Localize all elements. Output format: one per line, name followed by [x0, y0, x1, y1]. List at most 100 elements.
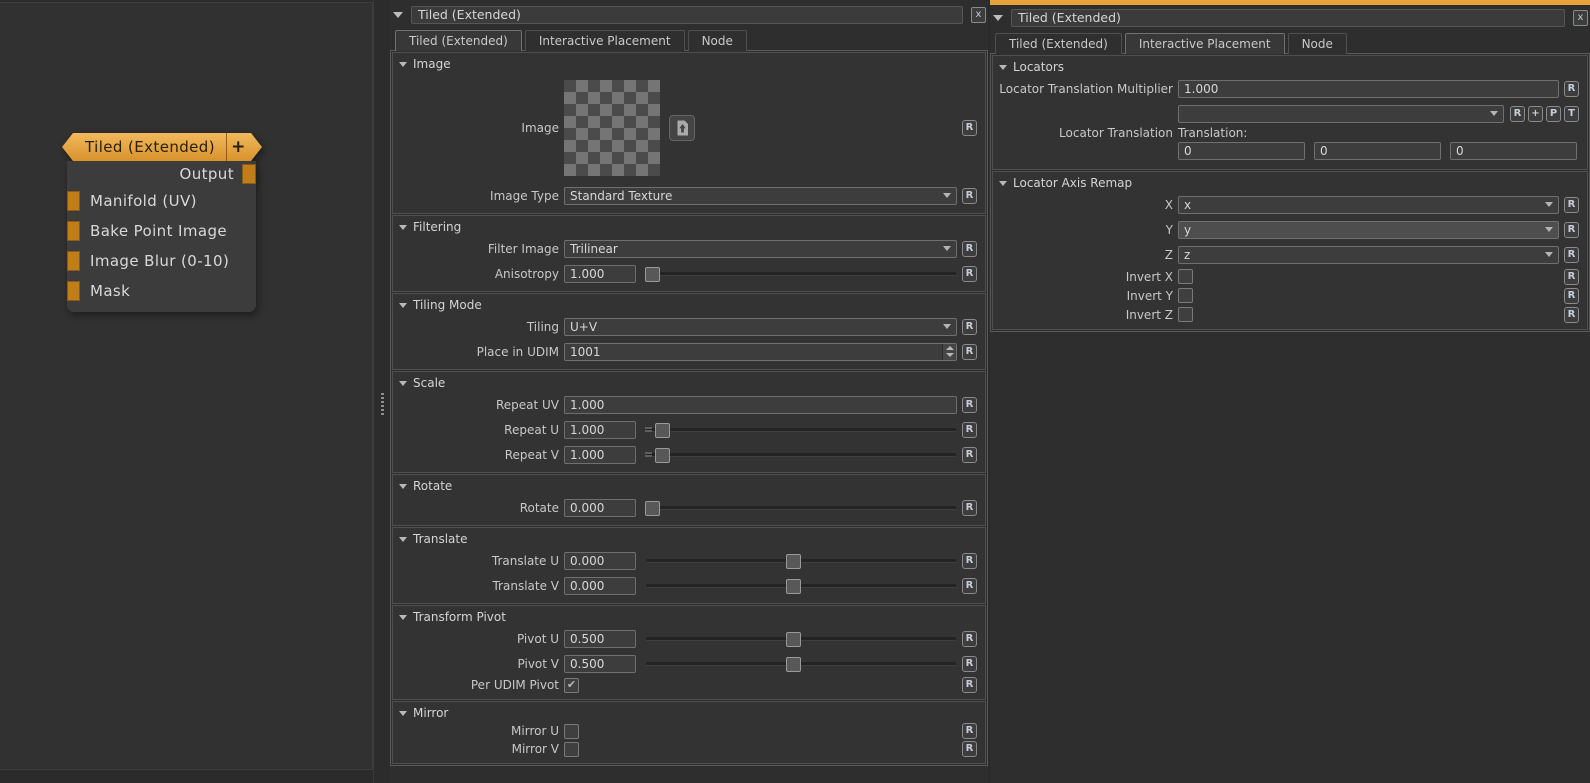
- input-port-bake-point-image[interactable]: [67, 221, 80, 241]
- spinner-up-icon[interactable]: [946, 346, 954, 350]
- input-port-manifold-uv[interactable]: [67, 191, 80, 211]
- reset-filter-image-button[interactable]: R: [962, 241, 977, 257]
- reset-mirror-v-button[interactable]: R: [962, 741, 977, 757]
- input-translate-v[interactable]: 0.000: [564, 577, 636, 595]
- import-image-button[interactable]: [669, 115, 695, 141]
- spinner-buttons[interactable]: [942, 344, 956, 360]
- input-repeat-uv[interactable]: 1.000: [564, 396, 957, 414]
- input-place-in-udim[interactable]: 1001: [564, 343, 957, 361]
- section-collapse-icon[interactable]: [399, 537, 407, 542]
- section-collapse-icon[interactable]: [399, 711, 407, 716]
- output-port[interactable]: [242, 164, 256, 184]
- reset-invert-x-button[interactable]: R: [1564, 269, 1579, 285]
- slider-repeat-u[interactable]: [645, 422, 957, 437]
- reset-translate-v-button[interactable]: R: [962, 578, 977, 594]
- reset-z-button[interactable]: R: [1564, 247, 1579, 263]
- input-translation-y[interactable]: 0: [1314, 142, 1441, 160]
- p-button[interactable]: P: [1546, 106, 1561, 122]
- reset-mirror-u-button[interactable]: R: [962, 723, 977, 739]
- section-collapse-icon[interactable]: [399, 62, 407, 67]
- slider-handle[interactable]: [645, 501, 660, 516]
- checkbox-mirror-v[interactable]: [564, 742, 579, 757]
- reset-repeat-u-button[interactable]: R: [962, 422, 977, 438]
- input-rotate[interactable]: 0.000: [564, 499, 636, 517]
- image-thumbnail[interactable]: [564, 80, 660, 176]
- section-header[interactable]: Locator Axis Remap: [997, 174, 1579, 192]
- panel-title[interactable]: Tiled (Extended): [411, 6, 963, 24]
- reset-repeat-v-button[interactable]: R: [962, 447, 977, 463]
- reset-pivot-v-button[interactable]: R: [962, 656, 977, 672]
- input-port-image-blur-0-10[interactable]: [67, 251, 80, 271]
- slider-handle[interactable]: [786, 657, 801, 672]
- checkbox-invert-z[interactable]: [1178, 307, 1193, 322]
- close-button[interactable]: x: [971, 7, 986, 23]
- dropdown-filter-image[interactable]: Trilinear: [564, 240, 957, 258]
- dropdown-y[interactable]: y: [1178, 221, 1559, 239]
- collapse-arrow-icon[interactable]: [393, 12, 403, 18]
- section-header[interactable]: Transform Pivot: [397, 608, 977, 626]
- input-repeat-v[interactable]: 1.000: [564, 446, 636, 464]
- reset-per-udim-pivot-button[interactable]: R: [962, 677, 977, 693]
- dropdown-x[interactable]: x: [1178, 196, 1559, 214]
- section-header[interactable]: Locators: [997, 58, 1579, 76]
- section-collapse-icon[interactable]: [399, 484, 407, 489]
- tab-interactive-placement[interactable]: Interactive Placement: [1125, 33, 1285, 54]
- section-collapse-icon[interactable]: [399, 303, 407, 308]
- section-header[interactable]: Filtering: [397, 218, 977, 236]
- dropdown-z[interactable]: z: [1178, 246, 1559, 264]
- reset-y-button[interactable]: R: [1564, 222, 1579, 238]
- node-graph-canvas[interactable]: Tiled (Extended)+OutputManifold (UV)Bake…: [0, 2, 373, 770]
- input-translation-z[interactable]: 0: [1450, 142, 1577, 160]
- slider-translate-v[interactable]: [645, 578, 957, 593]
- node-tiled-extended[interactable]: Tiled (Extended)+OutputManifold (UV)Bake…: [62, 133, 262, 312]
- slider-handle[interactable]: [786, 579, 801, 594]
- reset-pivot-u-button[interactable]: R: [962, 631, 977, 647]
- slider-repeat-v[interactable]: [645, 447, 957, 462]
- node-add-port-button[interactable]: +: [227, 137, 250, 157]
- reset-image-button[interactable]: R: [962, 120, 977, 136]
- slider-anisotropy[interactable]: [645, 266, 957, 281]
- slider-pivot-u[interactable]: [645, 631, 957, 646]
- r-button[interactable]: R: [1510, 106, 1525, 122]
- slider-handle[interactable]: [655, 423, 670, 438]
- slider-rotate[interactable]: [645, 500, 957, 515]
- input-anisotropy[interactable]: 1.000: [564, 265, 636, 283]
- reset-repeat-uv-button[interactable]: R: [962, 397, 977, 413]
- node-header[interactable]: Tiled (Extended)+: [62, 133, 262, 161]
- tab-node[interactable]: Node: [688, 30, 747, 51]
- tab-node[interactable]: Node: [1288, 33, 1347, 54]
- dropdown-image-type[interactable]: Standard Texture: [564, 187, 957, 205]
- input-pivot-v[interactable]: 0.500: [564, 655, 636, 673]
- checkbox-invert-y[interactable]: [1178, 288, 1193, 303]
- add-button[interactable]: +: [1528, 106, 1543, 122]
- section-header[interactable]: Scale: [397, 374, 977, 392]
- tab-interactive-placement[interactable]: Interactive Placement: [525, 30, 685, 51]
- input-port-mask[interactable]: [67, 281, 80, 301]
- section-header[interactable]: Tiling Mode: [397, 296, 977, 314]
- section-collapse-icon[interactable]: [999, 65, 1007, 70]
- input-translation-x[interactable]: 0: [1178, 142, 1305, 160]
- section-collapse-icon[interactable]: [399, 615, 407, 620]
- checkbox-mirror-u[interactable]: [564, 724, 579, 739]
- section-header[interactable]: Mirror: [397, 704, 977, 722]
- reset-translate-u-button[interactable]: R: [962, 553, 977, 569]
- section-header[interactable]: Translate: [397, 530, 977, 548]
- reset-anisotropy-button[interactable]: R: [962, 266, 977, 282]
- checkbox-invert-x[interactable]: [1178, 269, 1193, 284]
- dropdown-tiling[interactable]: U+V: [564, 318, 957, 336]
- checkbox-per-udim-pivot[interactable]: ✔: [564, 678, 579, 693]
- reset-invert-z-button[interactable]: R: [1564, 307, 1579, 323]
- section-collapse-icon[interactable]: [999, 181, 1007, 186]
- reset-invert-y-button[interactable]: R: [1564, 288, 1579, 304]
- slider-translate-u[interactable]: [645, 553, 957, 568]
- slider-handle[interactable]: [655, 448, 670, 463]
- input-locator-translation-multiplier[interactable]: 1.000: [1178, 80, 1559, 98]
- input-pivot-u[interactable]: 0.500: [564, 630, 636, 648]
- reset-tiling-button[interactable]: R: [962, 319, 977, 335]
- slider-handle[interactable]: [645, 267, 660, 282]
- splitter-grip-icon[interactable]: [381, 393, 384, 417]
- reset-x-button[interactable]: R: [1564, 197, 1579, 213]
- slider-handle[interactable]: [786, 554, 801, 569]
- close-button[interactable]: x: [1573, 10, 1588, 26]
- section-collapse-icon[interactable]: [399, 381, 407, 386]
